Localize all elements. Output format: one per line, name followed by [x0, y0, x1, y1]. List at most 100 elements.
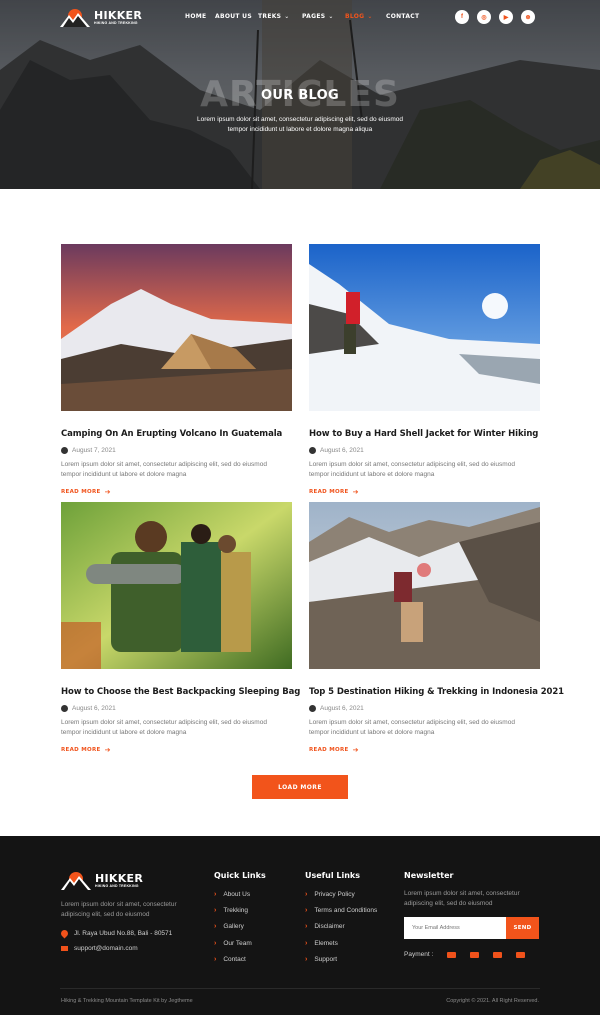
chevron-down-icon: ⌄ — [284, 13, 290, 20]
post-excerpt: Lorem ipsum dolor sit amet, consectetur … — [309, 461, 515, 478]
post-excerpt: Lorem ipsum dolor sit amet, consectetur … — [309, 719, 515, 736]
clock-icon — [61, 447, 68, 454]
blog-card: How to Choose the Best Backpacking Sleep… — [61, 502, 300, 754]
blog-card: Camping On An Erupting Volcano In Guatem… — [61, 244, 292, 496]
nav-item-pages[interactable]: PAGES ⌄ — [302, 13, 345, 20]
quick-link-trekking[interactable]: › Trekking — [214, 902, 294, 918]
useful-link-support[interactable]: › Support — [305, 951, 400, 967]
footer-quick-links: Quick Links › About Us › Trekking › Gallery… — [214, 871, 294, 967]
credit-card-icon — [447, 951, 457, 958]
useful-link-disclaimer[interactable]: › Disclaimer — [305, 919, 400, 935]
youtube-icon[interactable]: ▶ — [499, 10, 513, 24]
nav-item-blog[interactable]: BLOG ⌄ — [345, 13, 386, 20]
chevron-down-icon: ⌄ — [328, 13, 334, 20]
chevron-right-icon: › — [214, 890, 217, 898]
blog-card: How to Buy a Hard Shell Jacket for Winte… — [309, 244, 540, 496]
wallet-icon — [493, 951, 503, 958]
payment-label: Payment : — [404, 951, 434, 958]
chevron-right-icon: › — [305, 955, 308, 963]
useful-link-privacy-policy[interactable]: › Privacy Policy — [305, 886, 400, 902]
post-title[interactable]: How to Choose the Best Backpacking Sleep… — [61, 687, 300, 697]
read-more-link[interactable]: READ MORE ➔ — [61, 746, 292, 754]
footer-divider — [60, 988, 540, 989]
footer-logo-name: HIKKER — [95, 871, 144, 885]
top-nav: HIKKER HIKING AND TREKKING HOME ABOUT US… — [0, 0, 600, 36]
footer-useful-links: Useful Links › Privacy Policy › Terms and … — [305, 871, 400, 967]
post-image-backpackers[interactable] — [61, 502, 292, 669]
arrow-right-icon: ➔ — [104, 746, 111, 754]
dribbble-icon[interactable]: ⊛ — [521, 10, 535, 24]
post-title[interactable]: How to Buy a Hard Shell Jacket for Winte… — [309, 429, 540, 439]
bank-card-icon — [470, 951, 480, 958]
chevron-right-icon: › — [305, 906, 308, 914]
logo-name: HIKKER — [94, 8, 143, 22]
chevron-right-icon: › — [214, 923, 217, 931]
newsletter-send-button[interactable]: SEND — [506, 917, 539, 939]
logo-tagline: HIKING AND TREKKING — [94, 20, 138, 25]
clock-icon — [309, 447, 316, 454]
post-date: August 6, 2021 — [72, 705, 116, 712]
post-image-volcano-camping[interactable] — [61, 244, 292, 411]
load-more-button[interactable]: LOAD MORE — [252, 775, 348, 799]
facebook-icon[interactable]: f — [455, 10, 469, 24]
blog-card: Top 5 Destination Hiking & Trekking in I… — [309, 502, 564, 754]
chevron-right-icon: › — [214, 906, 217, 914]
footer-email[interactable]: support@domain.com — [61, 945, 201, 952]
read-more-link[interactable]: READ MORE ➔ — [309, 746, 540, 754]
map-pin-icon — [59, 928, 70, 939]
chevron-right-icon: › — [305, 939, 308, 947]
post-date: August 6, 2021 — [320, 705, 364, 712]
social-links: f ◎ ▶ ⊛ — [455, 10, 535, 24]
quick-link-our-team[interactable]: › Our Team — [214, 935, 294, 951]
post-excerpt: Lorem ipsum dolor sit amet, consectetur … — [61, 719, 267, 736]
main-menu: HOME ABOUT US TREKS ⌄ PAGES ⌄ BLOG ⌄ CONTAC… — [185, 13, 426, 20]
useful-link-terms[interactable]: › Terms and Conditions — [305, 902, 400, 918]
footer-address: Jl. Raya Ubud No.88, Bali - 80571 — [59, 928, 201, 939]
useful-links-title: Useful Links — [305, 871, 361, 880]
quick-link-about-us[interactable]: › About Us — [214, 886, 294, 902]
quick-link-contact[interactable]: › Contact — [214, 951, 294, 967]
clock-icon — [61, 705, 68, 712]
post-date: August 7, 2021 — [72, 447, 116, 454]
footer-copyright: Copyright © 2021. All Right Reserved. — [446, 998, 539, 1004]
payment-methods: Payment : — [404, 951, 526, 958]
quick-links-title: Quick Links — [214, 871, 266, 880]
footer-logo[interactable]: HIKKER HIKING AND TREKKING — [61, 870, 201, 890]
read-more-link[interactable]: READ MORE ➔ — [61, 488, 292, 496]
instagram-icon[interactable]: ◎ — [477, 10, 491, 24]
footer-newsletter: Newsletter Lorem ipsum dolor sit amet, c… — [404, 871, 540, 909]
quick-link-gallery[interactable]: › Gallery — [214, 919, 294, 935]
footer-logo-tagline: HIKING AND TREKKING — [95, 883, 139, 888]
nav-item-treks[interactable]: TREKS ⌄ — [258, 13, 302, 20]
post-date: August 6, 2021 — [320, 447, 364, 454]
chevron-right-icon: › — [214, 939, 217, 947]
clock-icon — [309, 705, 316, 712]
useful-link-elemets[interactable]: › Elemets — [305, 935, 400, 951]
newsletter-text: Lorem ipsum dolor sit amet, consectetur … — [404, 890, 520, 907]
arrow-right-icon: ➔ — [352, 746, 359, 754]
paypal-icon — [516, 951, 526, 958]
post-image-winter-hiking[interactable] — [309, 244, 540, 411]
page-title: OUR BLOG — [261, 88, 339, 103]
post-title[interactable]: Top 5 Destination Hiking & Trekking in I… — [309, 687, 564, 697]
nav-item-contact[interactable]: CONTACT — [386, 13, 426, 20]
hero-subtitle: Lorem ipsum dolor sit amet, consectetur … — [197, 116, 403, 133]
post-excerpt: Lorem ipsum dolor sit amet, consectetur … — [61, 461, 267, 478]
chevron-right-icon: › — [305, 923, 308, 931]
chevron-down-icon: ⌄ — [367, 13, 373, 20]
footer-about-text: Lorem ipsum dolor sit amet, consectetur … — [61, 901, 177, 918]
arrow-right-icon: ➔ — [352, 488, 359, 496]
post-title[interactable]: Camping On An Erupting Volcano In Guatem… — [61, 429, 292, 439]
mountain-sun-logo-icon — [60, 9, 90, 27]
nav-item-about-us[interactable]: ABOUT US — [215, 13, 258, 20]
chevron-right-icon: › — [305, 890, 308, 898]
newsletter-title: Newsletter — [404, 871, 454, 880]
read-more-link[interactable]: READ MORE ➔ — [309, 488, 540, 496]
site-logo[interactable]: HIKKER HIKING AND TREKKING — [60, 7, 142, 27]
mountain-sun-logo-icon — [61, 872, 91, 890]
newsletter-email-input[interactable] — [404, 917, 506, 939]
post-image-indonesia-trekking[interactable] — [309, 502, 540, 669]
nav-item-home[interactable]: HOME — [185, 13, 215, 20]
footer-about: HIKKER HIKING AND TREKKING Lorem ipsum d… — [59, 870, 201, 952]
envelope-icon — [61, 946, 68, 951]
